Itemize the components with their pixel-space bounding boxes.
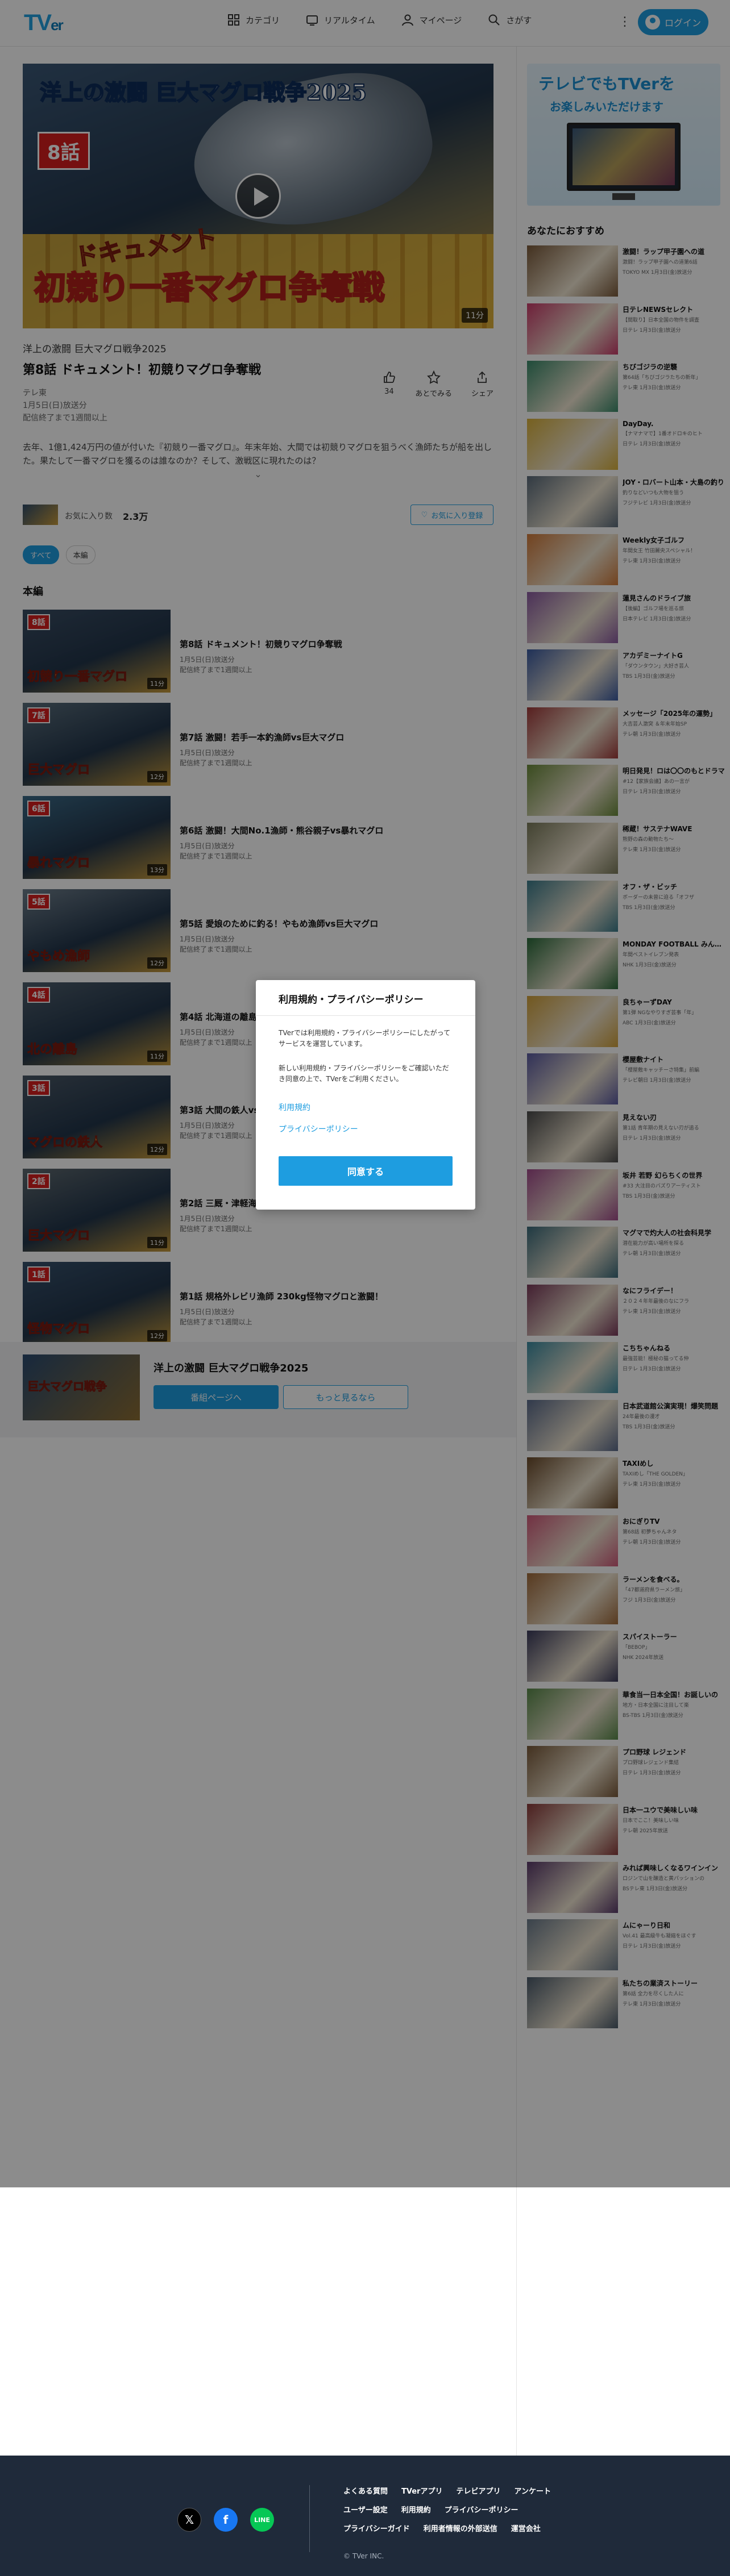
footer-link[interactable]: ユーザー設定: [343, 2504, 388, 2515]
footer-link[interactable]: TVerアプリ: [401, 2485, 442, 2496]
footer-link[interactable]: 利用規約: [401, 2504, 431, 2515]
agree-button[interactable]: 同意する: [279, 1156, 453, 1186]
copyright: © TVer INC.: [343, 2552, 384, 2560]
footer-link[interactable]: テレビアプリ: [456, 2485, 500, 2496]
modal-text-1: TVerでは利用規約・プライバシーポリシーにしたがってサービスを運営しています。: [279, 1029, 451, 1048]
footer-links: よくある質問 TVerアプリ テレビアプリ アンケート ユーザー設定 利用規約 プライバシー…: [343, 2485, 582, 2541]
x-icon[interactable]: 𝕏: [177, 2508, 201, 2532]
footer-link[interactable]: アンケート: [514, 2485, 550, 2496]
footer-link-row: ユーザー設定 利用規約 プライバシーポリシー: [343, 2504, 582, 2515]
footer-link[interactable]: 利用者情報の外部送信: [424, 2523, 497, 2533]
site-footer: 𝕏 f LINE よくある質問 TVerアプリ テレビアプリ アンケート ユーザー設定利…: [0, 2456, 730, 2576]
footer-link-row: よくある質問 TVerアプリ テレビアプリ アンケート: [343, 2485, 582, 2496]
footer-link[interactable]: プライバシーポリシー: [445, 2504, 519, 2515]
footer-link[interactable]: プライバシーガイド: [343, 2523, 410, 2533]
terms-link[interactable]: 利用規約: [279, 1102, 310, 1113]
modal-divider: [256, 1015, 475, 1016]
modal-text-2: 新しい利用規約・プライバシーポリシーをご確認いただき同意の上で、TVerをご利用…: [279, 1064, 449, 1083]
terms-modal: 利用規約・プライバシーポリシー TVerでは利用規約・プライバシーポリシーにした…: [256, 980, 475, 1210]
line-icon[interactable]: LINE: [250, 2508, 274, 2532]
privacy-link[interactable]: プライバシーポリシー: [279, 1123, 358, 1135]
modal-title: 利用規約・プライバシーポリシー: [279, 994, 424, 1006]
footer-link-row: プライバシーガイド 利用者情報の外部送信 運営会社: [343, 2523, 582, 2533]
footer-divider: [309, 2485, 310, 2552]
facebook-icon[interactable]: f: [214, 2508, 238, 2532]
footer-link[interactable]: よくある質問: [343, 2485, 388, 2496]
footer-link[interactable]: 運営会社: [511, 2523, 541, 2533]
